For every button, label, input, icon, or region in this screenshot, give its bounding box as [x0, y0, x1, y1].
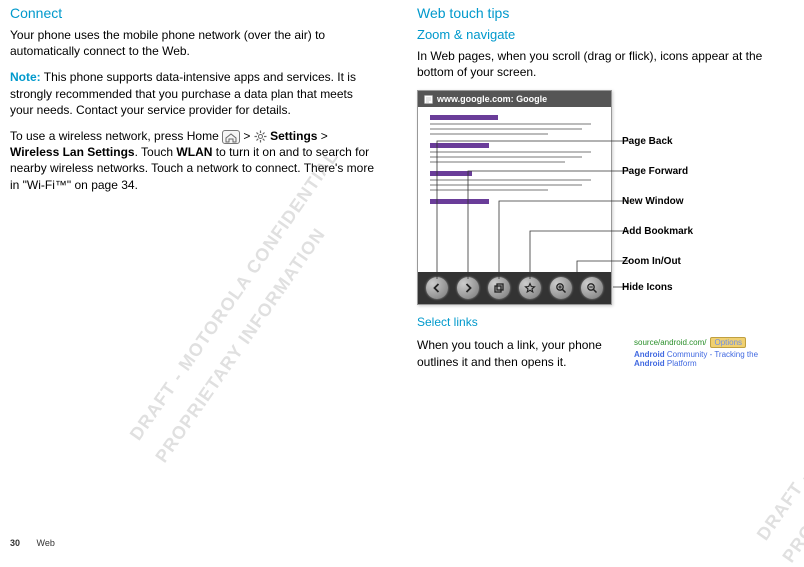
browser-titlebar: www.google.com: Google	[418, 91, 611, 107]
zoom-out-button[interactable]	[581, 277, 603, 299]
link-preview: source/android.com/ Options Android Comm…	[634, 337, 784, 368]
legend-back: Page Back	[622, 136, 673, 147]
legend-hide: Hide Icons	[622, 282, 673, 293]
zoom-in-button[interactable]	[550, 277, 572, 299]
footer: 30 Web	[10, 538, 55, 548]
connect-p1: Your phone uses the mobile phone network…	[10, 27, 377, 59]
connect-heading: Connect	[10, 5, 377, 21]
legend-bookmark: Add Bookmark	[622, 226, 693, 237]
watermark-proprietary: PROPRIETARY INFORMATION	[151, 224, 330, 467]
gear-icon	[254, 130, 267, 143]
legend-zoom: Zoom In/Out	[622, 256, 681, 267]
browser-screenshot: www.google.com: Google	[417, 90, 612, 305]
new-window-button[interactable]	[488, 277, 510, 299]
browser-title: www.google.com: Google	[437, 94, 547, 104]
zoom-nav-p: In Web pages, when you scroll (drag or f…	[417, 48, 784, 80]
link-title[interactable]: Android Community - Tracking the Android…	[634, 350, 784, 368]
forward-button[interactable]	[457, 277, 479, 299]
select-links-p: When you touch a link, your phone outlin…	[417, 337, 618, 369]
select-links-heading: Select links	[417, 315, 784, 329]
link-url: source/android.com/	[634, 338, 706, 347]
section-name: Web	[37, 538, 55, 548]
note-label: Note:	[10, 70, 41, 84]
browser-page	[418, 107, 611, 272]
connect-p3: To use a wireless network, press Home > …	[10, 128, 377, 193]
bookmark-button[interactable]	[519, 277, 541, 299]
home-icon	[222, 130, 240, 144]
browser-iconbar	[418, 272, 611, 304]
legend-forward: Page Forward	[622, 166, 688, 177]
options-button[interactable]: Options	[710, 337, 746, 348]
legend-newwin: New Window	[622, 196, 684, 207]
tips-heading: Web touch tips	[417, 5, 784, 21]
page-icon	[424, 95, 433, 104]
zoom-nav-heading: Zoom & navigate	[417, 27, 784, 42]
connect-note: Note: This phone supports data-intensive…	[10, 69, 377, 118]
back-button[interactable]	[426, 277, 448, 299]
page-number: 30	[10, 538, 20, 548]
